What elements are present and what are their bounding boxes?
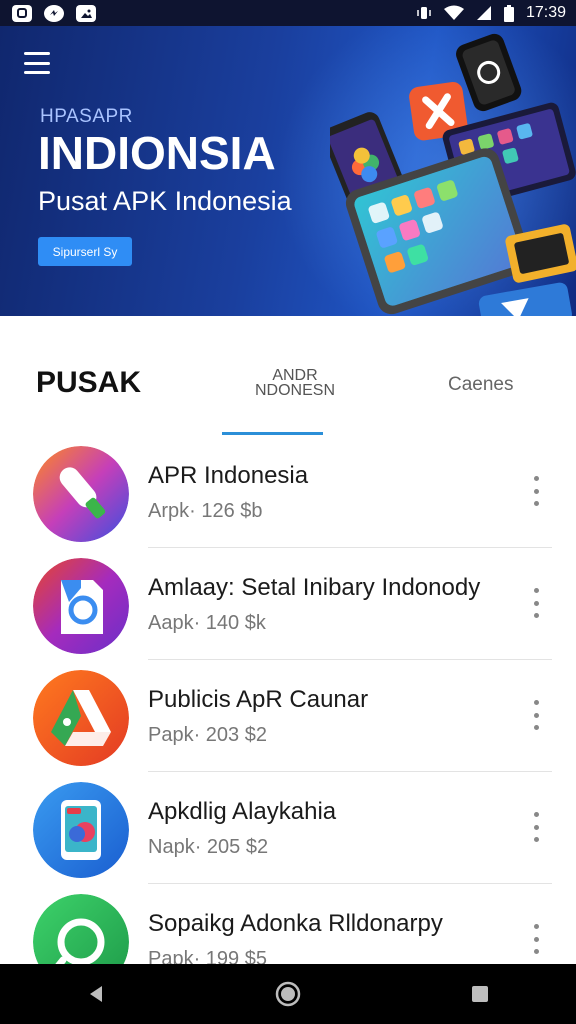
status-time: 17:39 bbox=[525, 4, 566, 21]
list-item[interactable]: Sopaikg Adonka Rlldonarpy Papk· 199 $5 bbox=[0, 884, 576, 964]
hero-overline: HPASAPR bbox=[40, 106, 133, 127]
category-tabs: PUSAK ANDR NDONESN Caenes bbox=[0, 316, 576, 436]
list-item[interactable]: APR Indonesia Arpk· 126 $b bbox=[0, 436, 576, 548]
more-options-icon[interactable] bbox=[526, 700, 546, 730]
app-name: Amlaay: Setal Inibary Indonody bbox=[148, 574, 481, 601]
tab-active-indicator bbox=[222, 432, 323, 435]
vibrate-icon bbox=[416, 5, 432, 21]
wifi-icon bbox=[443, 5, 464, 21]
list-item[interactable]: Amlaay: Setal Inibary Indonody Aapk· 140… bbox=[0, 548, 576, 660]
home-icon[interactable] bbox=[258, 974, 318, 1014]
tab-andr-ndonesn[interactable]: ANDR NDONESN bbox=[240, 368, 350, 399]
hero-title: INDIONSIA bbox=[38, 127, 276, 179]
app-icon-phone-blue bbox=[33, 782, 129, 878]
more-options-icon[interactable] bbox=[526, 476, 546, 506]
status-bar-system: 17:39 bbox=[416, 4, 566, 22]
hero-phones-illustration bbox=[330, 33, 576, 316]
app-icon-pen-orange-purple bbox=[33, 446, 129, 542]
app-icon-drive-orange bbox=[33, 670, 129, 766]
app-icon-search-green bbox=[33, 894, 129, 964]
back-icon[interactable] bbox=[66, 974, 126, 1014]
app-name: Sopaikg Adonka Rlldonarpy bbox=[148, 910, 443, 937]
app-meta: Papk· 203 $2 bbox=[148, 724, 267, 746]
messenger-icon bbox=[44, 4, 64, 22]
app-name: Apkdlig Alaykahia bbox=[148, 798, 337, 825]
menu-icon[interactable] bbox=[24, 52, 50, 74]
app-name: APR Indonesia bbox=[148, 462, 309, 489]
app-meta: Aapk· 140 $k bbox=[148, 612, 266, 634]
signal-icon bbox=[476, 5, 492, 21]
app-icon-file-purple bbox=[33, 558, 129, 654]
list-item[interactable]: Apkdlig Alaykahia Napk· 205 $2 bbox=[0, 772, 576, 884]
app-list: APR Indonesia Arpk· 126 $b Amlaay: Setal… bbox=[0, 436, 576, 964]
battery-icon bbox=[503, 4, 514, 22]
tab-pusak[interactable]: PUSAK bbox=[36, 366, 141, 400]
hero-subtitle: Pusat APK Indonesia bbox=[38, 186, 292, 216]
app-meta: Arpk· 126 $b bbox=[148, 500, 263, 522]
recents-icon[interactable] bbox=[450, 974, 510, 1014]
app-notification-icon bbox=[12, 4, 32, 22]
app-meta: Napk· 205 $2 bbox=[148, 836, 269, 858]
more-options-icon[interactable] bbox=[526, 588, 546, 618]
list-item[interactable]: Publicis ApR Caunar Papk· 203 $2 bbox=[0, 660, 576, 772]
hero-cta-button[interactable]: Sipurserl Sy bbox=[38, 237, 132, 266]
status-bar: 17:39 bbox=[0, 0, 576, 26]
system-nav-bar bbox=[0, 964, 576, 1024]
more-options-icon[interactable] bbox=[526, 812, 546, 842]
status-bar-notifications bbox=[12, 4, 96, 22]
hero-banner: HPASAPR INDIONSIA Pusat APK Indonesia Si… bbox=[0, 26, 576, 316]
app-meta: Papk· 199 $5 bbox=[148, 948, 267, 964]
image-icon bbox=[76, 4, 96, 22]
more-options-icon[interactable] bbox=[526, 924, 546, 954]
app-name: Publicis ApR Caunar bbox=[148, 686, 369, 713]
tab-caenes[interactable]: Caenes bbox=[448, 374, 514, 396]
